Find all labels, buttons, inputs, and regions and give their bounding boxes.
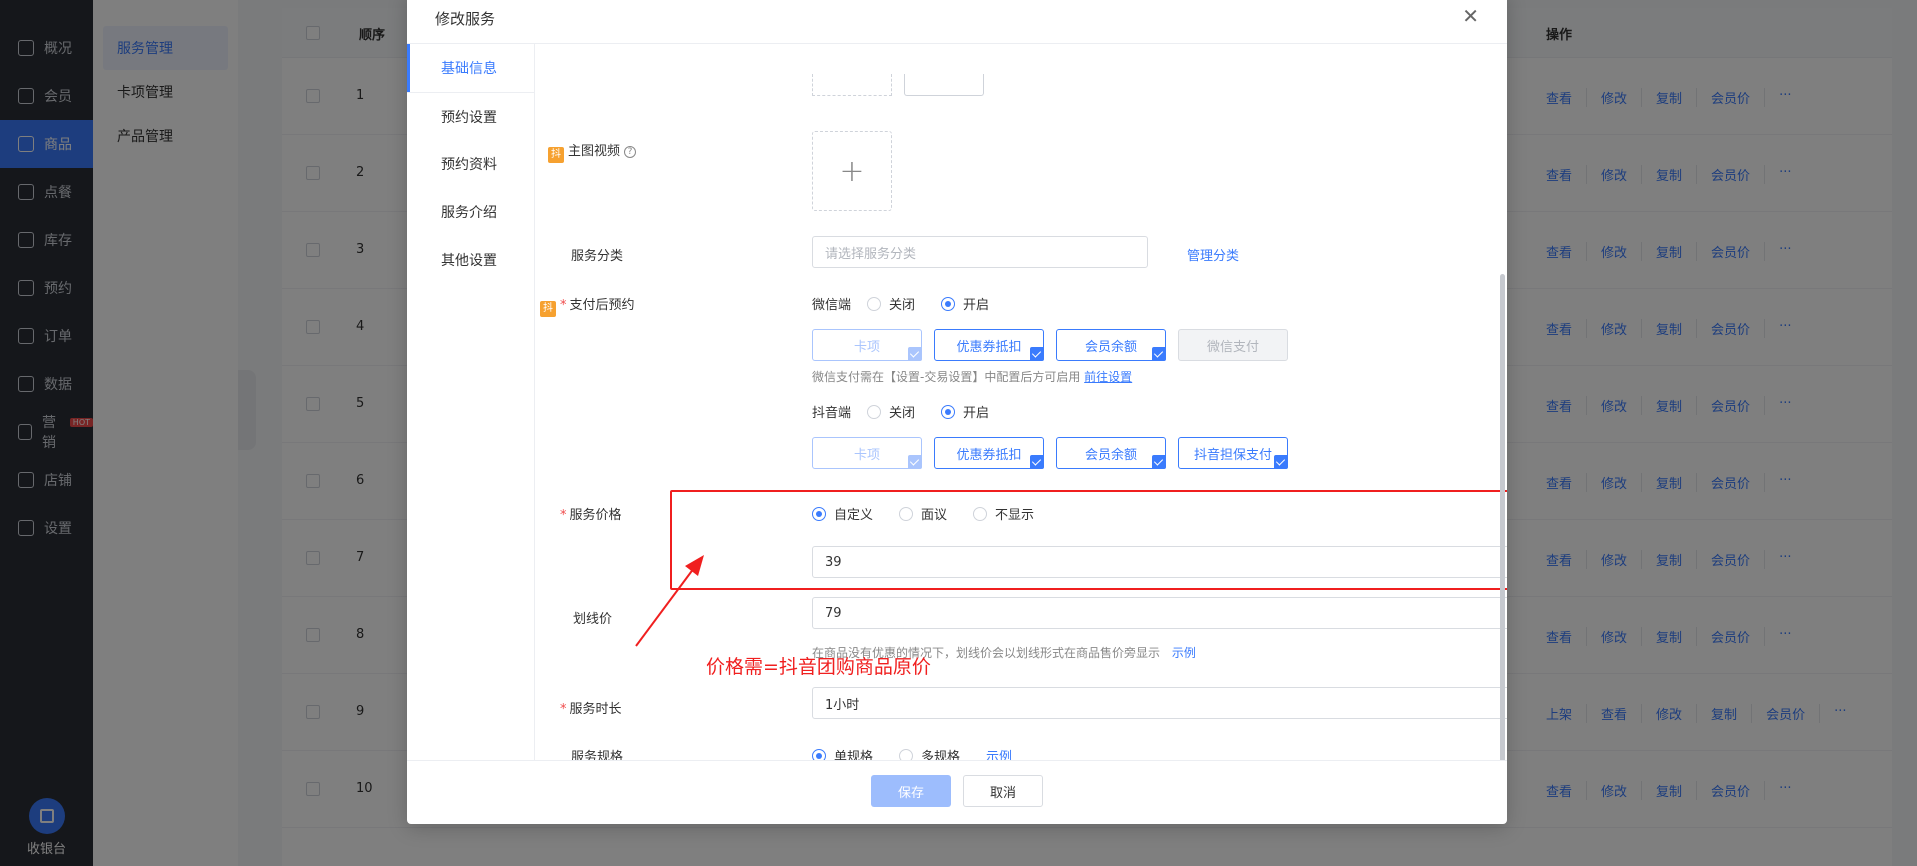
spec-single-radio[interactable]: 单规格 xyxy=(812,746,873,760)
spec-multi-radio[interactable]: 多规格 xyxy=(899,746,960,760)
goto-settings-link[interactable]: 前往设置 xyxy=(1084,370,1132,384)
price-hidden-radio[interactable]: 不显示 xyxy=(973,504,1034,523)
dialog-body: 抖主图视频? + 服务分类 请选择服务分类 管理分类 抖 * 支付后预约 微信端 关… xyxy=(535,44,1507,760)
tab-booking-info[interactable]: 预约资料 xyxy=(407,140,534,188)
tab-booking-settings[interactable]: 预约设置 xyxy=(407,92,534,140)
wechat-method-wxpay: 微信支付 xyxy=(1178,329,1288,361)
dialog-footer: 保存 取消 xyxy=(407,760,1507,824)
spec-label: 服务规格 xyxy=(571,750,624,760)
cancel-button[interactable]: 取消 xyxy=(963,775,1043,807)
dialog-scrollbar[interactable] xyxy=(1500,274,1505,760)
douyin-method-balance[interactable]: 会员余额 xyxy=(1056,437,1166,469)
manage-category-link[interactable]: 管理分类 xyxy=(1187,245,1239,264)
dialog-header: 修改服务 ✕ xyxy=(407,0,1507,44)
tab-service-intro[interactable]: 服务介绍 xyxy=(407,188,534,236)
douyin-method-coupon[interactable]: 优惠券抵扣 xyxy=(934,437,1044,469)
dialog-tabs: 基础信息 预约设置 预约资料 服务介绍 其他设置 xyxy=(407,44,535,760)
douyin-on-radio[interactable]: 开启 xyxy=(941,402,989,421)
check-icon xyxy=(1030,455,1044,469)
check-icon xyxy=(1152,455,1166,469)
annotation-arrow xyxy=(635,555,704,647)
spec-example-link[interactable]: 示例 xyxy=(986,746,1012,760)
edit-service-dialog: 修改服务 ✕ 基础信息 预约设置 预约资料 服务介绍 其他设置 抖主图视频? +… xyxy=(407,0,1507,824)
duration-select[interactable]: 1小时 xyxy=(812,687,1507,719)
save-button[interactable]: 保存 xyxy=(871,775,951,807)
douyin-method-guarantee[interactable]: 抖音担保支付 xyxy=(1178,437,1288,469)
close-icon[interactable]: ✕ xyxy=(1462,4,1479,28)
strike-example-link[interactable]: 示例 xyxy=(1172,646,1196,660)
tab-other-settings[interactable]: 其他设置 xyxy=(407,236,534,284)
dialog-title: 修改服务 xyxy=(435,10,496,28)
check-icon xyxy=(1152,347,1166,361)
annotation-text: 价格需=抖音团购商品原价 xyxy=(706,656,931,678)
wechat-on-radio[interactable]: 开启 xyxy=(941,294,989,313)
spec-group: 单规格 多规格 示例 xyxy=(812,746,1012,760)
tab-basic-info[interactable]: 基础信息 xyxy=(407,44,534,92)
wechat-method-coupon[interactable]: 优惠券抵扣 xyxy=(934,329,1044,361)
check-icon xyxy=(1030,347,1044,361)
check-icon xyxy=(1274,455,1288,469)
duration-label: * 服务时长 xyxy=(560,702,622,717)
wechat-method-balance[interactable]: 会员余额 xyxy=(1056,329,1166,361)
